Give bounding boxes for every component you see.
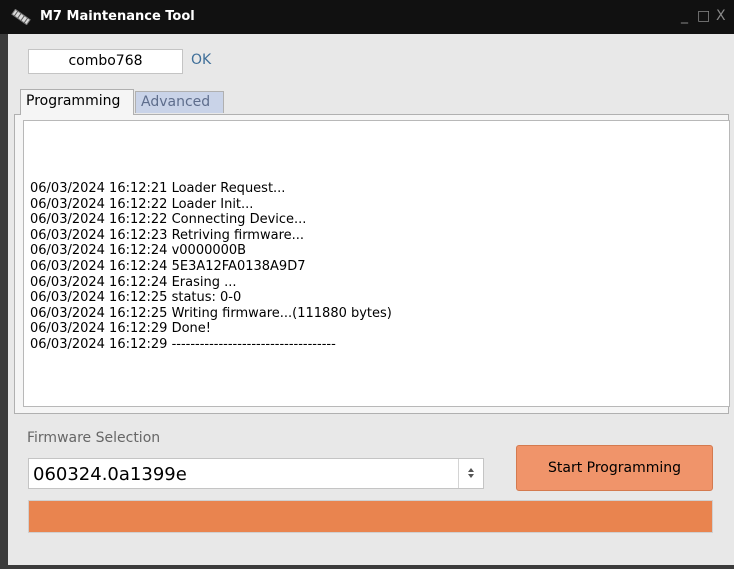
log-line: 06/03/2024 16:12:22 Connecting Device...	[30, 212, 307, 228]
log-line: 06/03/2024 16:12:24 v0000000B	[30, 243, 247, 259]
log-line: 06/03/2024 16:12:22 Loader Init...	[30, 196, 254, 212]
client-area: combo768 OK Programming Advanced 06/03/2…	[8, 34, 734, 569]
programming-panel: 06/03/2024 16:12:21 Loader Request... 06…	[14, 114, 730, 414]
log-lines: 06/03/2024 16:12:21 Loader Request... 06…	[30, 181, 392, 353]
log-line: 06/03/2024 16:12:21 Loader Request...	[30, 181, 286, 196]
firmware-selection-label: Firmware Selection	[27, 430, 161, 446]
app-logo-icon	[11, 9, 31, 25]
tab-programming[interactable]: Programming	[20, 89, 134, 115]
maximize-button[interactable]: □	[697, 8, 710, 24]
log-line: 06/03/2024 16:12:29 Done!	[30, 321, 211, 337]
device-id-field[interactable]: combo768	[28, 49, 183, 74]
programming-progress-bar	[28, 500, 713, 533]
start-programming-button[interactable]: Start Programming	[516, 445, 713, 491]
window-bottom-border	[8, 565, 734, 569]
firmware-select-value: 060324.0a1399e	[33, 464, 187, 485]
device-status-label: OK	[191, 52, 212, 68]
log-line: 06/03/2024 16:12:25 status: 0-0	[30, 290, 242, 306]
log-line: 06/03/2024 16:12:25 Writing firmware...(…	[30, 305, 392, 321]
minimize-button[interactable]: _	[681, 8, 688, 24]
log-line: 06/03/2024 16:12:24 Erasing ...	[30, 274, 237, 290]
title-bar[interactable]: M7 Maintenance Tool _ □ X	[0, 0, 734, 34]
tab-advanced[interactable]: Advanced	[135, 91, 224, 113]
log-output[interactable]: 06/03/2024 16:12:21 Loader Request... 06…	[23, 120, 730, 407]
updown-icon[interactable]	[458, 459, 483, 488]
close-button[interactable]: X	[716, 8, 726, 24]
log-line: 06/03/2024 16:12:24 5E3A12FA0138A9D7	[30, 258, 306, 274]
log-line: 06/03/2024 16:12:23 Retriving firmware..…	[30, 227, 305, 243]
window-title: M7 Maintenance Tool	[40, 9, 195, 24]
firmware-select[interactable]: 060324.0a1399e	[28, 458, 484, 489]
log-line: 06/03/2024 16:12:29 --------------------…	[30, 336, 336, 352]
progress-fill	[29, 501, 712, 532]
app-window: M7 Maintenance Tool _ □ X combo768 OK Pr…	[0, 0, 734, 569]
